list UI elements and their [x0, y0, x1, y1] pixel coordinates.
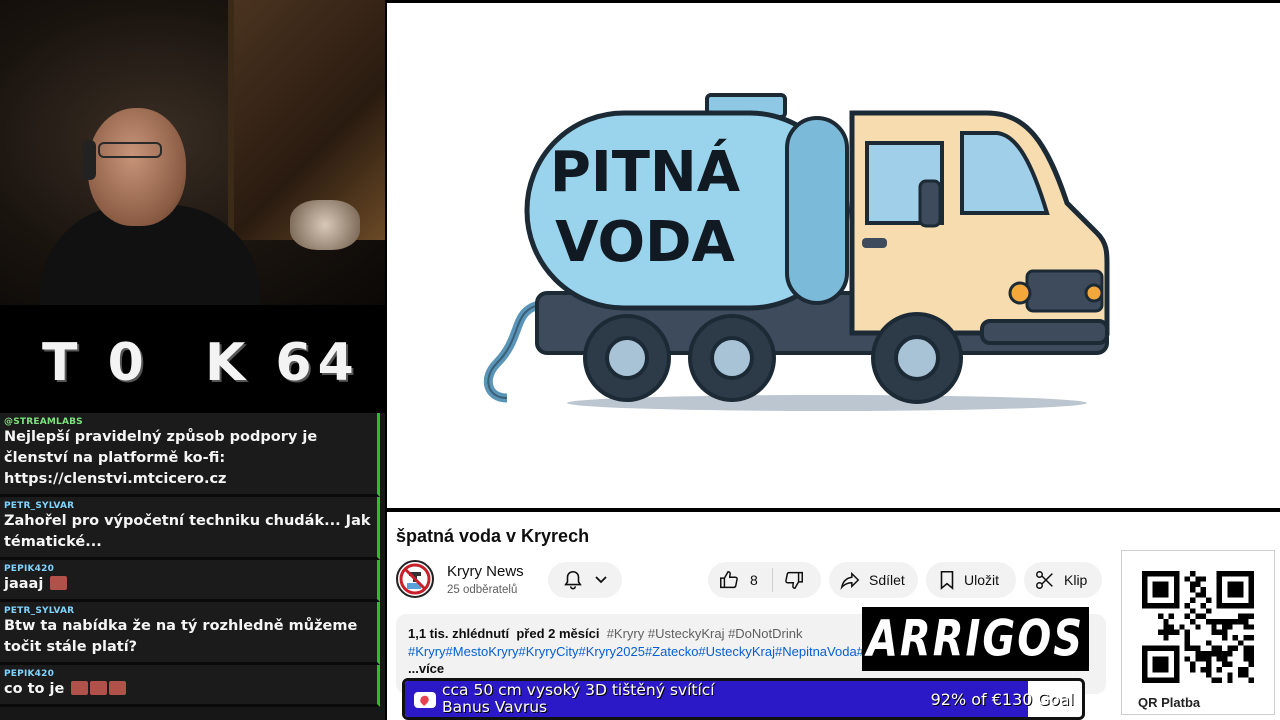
chat-message: PETR_SYLVAR Zahořel pro výpočetní techni…: [0, 497, 380, 560]
chat-username: PEPIK420: [4, 669, 55, 679]
donation-goal-bar: cca 50 cm vysoký 3D tištěný svítící Banu…: [402, 678, 1085, 720]
chat-text: Zahořel pro výpočetní techniku chudák...…: [4, 513, 371, 550]
youtube-page: PITNÁ VODA špatná voda v Kryrech Kryry N…: [387, 0, 1280, 720]
share-button[interactable]: Sdílet: [829, 562, 918, 598]
clip-button[interactable]: Klip: [1024, 562, 1102, 598]
qr-label: QR Platba: [1138, 695, 1201, 710]
score-right: K 64: [205, 333, 360, 393]
goal-title: cca 50 cm vysoký 3D tištěný svítící Banu…: [442, 682, 715, 716]
truck-thumbnail: PITNÁ VODA: [483, 93, 1110, 411]
scoreboard: T 0 K 64: [0, 305, 385, 413]
emote-icon: [109, 681, 127, 695]
thumbs-down-icon: [785, 571, 803, 589]
chat-text: co to je: [4, 681, 65, 697]
score-left: T 0: [42, 333, 150, 393]
tank-text-line2: VODA: [555, 210, 735, 275]
subscribe-notifications-button[interactable]: [548, 562, 622, 598]
upload-date: před 2 měsíci: [516, 626, 600, 641]
bookmark-icon: [940, 570, 954, 590]
share-label: Sdílet: [869, 572, 905, 588]
like-button[interactable]: 8: [708, 568, 773, 592]
chat-text: Btw ta nabídka že na tý rozhledně můžeme…: [4, 618, 358, 655]
chat-panel: @STREAMLABS Nejlepší pravidelný způsob p…: [0, 413, 385, 720]
chevron-down-icon: [595, 576, 607, 584]
kofi-heart-icon: [414, 692, 436, 708]
stream-layout: T 0 K 64 @STREAMLABS Nejlepší pravidelný…: [0, 0, 1280, 720]
goal-title-line2: Banus Vavrus: [442, 698, 548, 716]
qr-code-icon: [1142, 571, 1254, 683]
sponsor-logo: ARRIGOS: [862, 607, 1089, 671]
chat-text-row: jaaaj: [4, 574, 373, 595]
no-water-icon: [399, 563, 431, 595]
goal-amount: 92% of €130 Goal: [930, 690, 1074, 709]
headset: [82, 140, 96, 180]
video-player[interactable]: PITNÁ VODA: [387, 0, 1280, 512]
qr-payment-widget: QR Platba: [1121, 550, 1275, 715]
video-title: špatná voda v Kryrech: [396, 526, 590, 546]
sponsor-name: ARRIGOS: [866, 610, 1085, 668]
save-button[interactable]: Uložit: [926, 562, 1016, 598]
chat-message: PEPIK420 jaaaj: [0, 560, 380, 602]
chat-username: @STREAMLABS: [4, 417, 83, 427]
chat-message: @STREAMLABS Nejlepší pravidelný způsob p…: [0, 413, 380, 497]
desk-items: [290, 200, 360, 250]
top-hashtags: #Kryry #UsteckyKraj #DoNotDrink: [606, 626, 803, 641]
chat-text: jaaaj: [4, 576, 44, 592]
channel-avatar[interactable]: [396, 560, 434, 598]
tank-text-line1: PITNÁ: [550, 140, 741, 205]
goal-title-line1: cca 50 cm vysoký 3D tištěný svítící: [442, 681, 715, 699]
chat-message: PEPIK420 co to je: [0, 665, 380, 707]
chat-text-row: co to je: [4, 679, 373, 700]
emote-icon: [90, 681, 108, 695]
thumbs-up-icon: [720, 571, 738, 589]
view-count: 1,1 tis. zhlédnutí: [408, 626, 510, 641]
chat-text: Nejlepší pravidelný způsob podpory je čl…: [4, 429, 318, 487]
like-count: 8: [750, 572, 758, 588]
chat-username: PEPIK420: [4, 564, 55, 574]
subscriber-count: 25 odběratelů: [447, 584, 518, 596]
save-label: Uložit: [964, 572, 1000, 588]
bell-icon: [564, 570, 582, 590]
chat-username: PETR_SYLVAR: [4, 501, 75, 511]
streamer-glasses: [98, 142, 162, 158]
like-dislike-group: 8: [708, 562, 821, 598]
scissors-icon: [1036, 571, 1053, 589]
share-icon: [840, 571, 860, 590]
clip-label: Klip: [1064, 572, 1088, 588]
dislike-button[interactable]: [773, 569, 805, 591]
chat-message: PETR_SYLVAR Btw ta nabídka že na tý rozh…: [0, 602, 380, 665]
emote-icon: [50, 576, 68, 590]
chat-username: PETR_SYLVAR: [4, 606, 75, 616]
channel-name[interactable]: Kryry News: [447, 563, 524, 580]
streamer-head: [88, 108, 186, 226]
emote-icon: [71, 681, 89, 695]
webcam-feed: [0, 0, 385, 305]
